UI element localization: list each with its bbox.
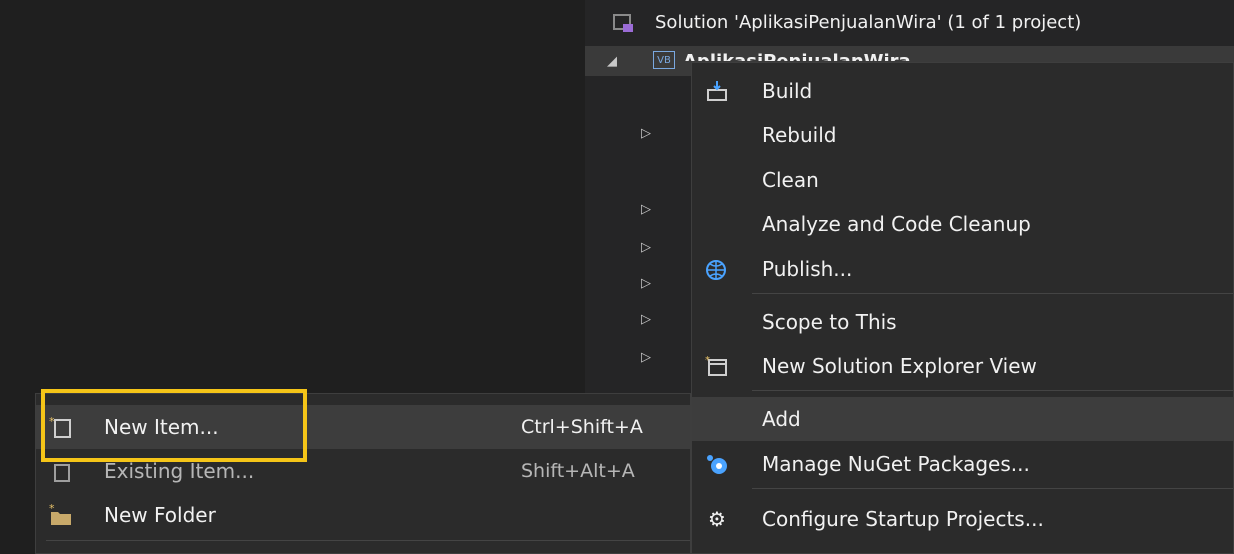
menu-item-label: New Solution Explorer View	[762, 354, 1037, 378]
menu-item-configure-startup[interactable]: ⚙ Configure Startup Projects...	[692, 497, 1233, 541]
menu-item-label: Configure Startup Projects...	[762, 507, 1044, 531]
expand-arrow-icon[interactable]: ▷	[641, 312, 651, 327]
menu-item-scope-to-this[interactable]: Scope to This	[692, 300, 1233, 344]
expand-arrow-icon[interactable]: ▷	[641, 202, 651, 217]
solution-icon	[613, 14, 633, 32]
solution-node[interactable]: Solution 'AplikasiPenjualanWira' (1 of 1…	[585, 7, 1234, 37]
collapse-arrow-icon[interactable]: ◢	[607, 54, 617, 69]
menu-item-new-folder[interactable]: * New Folder	[36, 493, 690, 537]
menu-item-label: Existing Item...	[104, 459, 255, 483]
menu-item-label: Analyze and Code Cleanup	[762, 212, 1031, 236]
menu-item-add[interactable]: Add	[692, 397, 1233, 441]
expand-arrow-icon[interactable]: ▷	[641, 276, 651, 291]
menu-item-manage-nuget[interactable]: Manage NuGet Packages...	[692, 442, 1233, 486]
expand-arrow-icon[interactable]: ▷	[641, 126, 651, 141]
menu-item-label: Build	[762, 79, 813, 103]
expand-arrow-icon[interactable]: ▷	[641, 240, 651, 255]
build-icon	[704, 78, 730, 104]
project-context-menu: Build Rebuild Clean Analyze and Code Cle…	[691, 62, 1234, 554]
menu-item-label: Manage NuGet Packages...	[762, 452, 1030, 476]
menu-item-clean[interactable]: Clean	[692, 158, 1233, 202]
menu-item-label: Publish...	[762, 257, 853, 281]
globe-icon	[704, 256, 730, 282]
menu-item-rebuild[interactable]: Rebuild	[692, 113, 1233, 157]
highlight-annotation-box	[41, 389, 307, 462]
menu-separator	[752, 390, 1233, 391]
menu-item-label: Clean	[762, 168, 819, 192]
solution-label: Solution 'AplikasiPenjualanWira' (1 of 1…	[655, 11, 1082, 33]
menu-item-publish[interactable]: Publish...	[692, 247, 1233, 291]
menu-item-label: Scope to This	[762, 310, 897, 334]
svg-text:*: *	[49, 503, 55, 515]
expand-arrow-icon[interactable]: ▷	[641, 350, 651, 365]
new-window-icon: *	[704, 353, 730, 379]
svg-text:*: *	[705, 355, 710, 366]
menu-item-label: Add	[762, 407, 801, 431]
shortcut-label: Shift+Alt+A	[521, 460, 635, 482]
menu-item-build[interactable]: Build	[692, 69, 1233, 113]
shortcut-label: Ctrl+Shift+A	[521, 416, 643, 438]
menu-separator	[752, 488, 1233, 489]
menu-separator	[752, 293, 1233, 294]
nuget-icon	[704, 451, 730, 477]
gear-icon: ⚙	[708, 507, 726, 531]
vb-project-icon: VB	[653, 51, 675, 69]
new-folder-icon: *	[48, 502, 74, 528]
menu-item-analyze[interactable]: Analyze and Code Cleanup	[692, 202, 1233, 246]
menu-item-new-solution-explorer-view[interactable]: * New Solution Explorer View	[692, 344, 1233, 388]
menu-item-label: Rebuild	[762, 123, 837, 147]
menu-item-label: New Folder	[104, 503, 216, 527]
menu-separator	[46, 540, 690, 541]
